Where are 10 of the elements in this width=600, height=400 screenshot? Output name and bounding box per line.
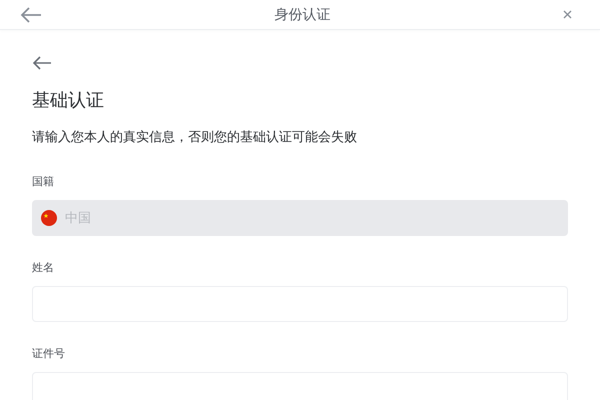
description-text: 请输入您本人的真实信息，否则您的基础认证可能会失败 xyxy=(32,129,358,146)
field-label: 国籍 xyxy=(32,174,55,189)
back-arrow-icon[interactable] xyxy=(20,6,42,22)
back-arrow-icon[interactable] xyxy=(32,56,52,70)
flag-icon xyxy=(41,210,57,226)
page-title: 基础认证 xyxy=(32,89,105,112)
field-label: 姓名 xyxy=(32,260,55,275)
field-label: 证件号 xyxy=(32,346,66,361)
window-title: 身份认证 xyxy=(274,6,330,24)
close-icon[interactable] xyxy=(563,10,572,19)
